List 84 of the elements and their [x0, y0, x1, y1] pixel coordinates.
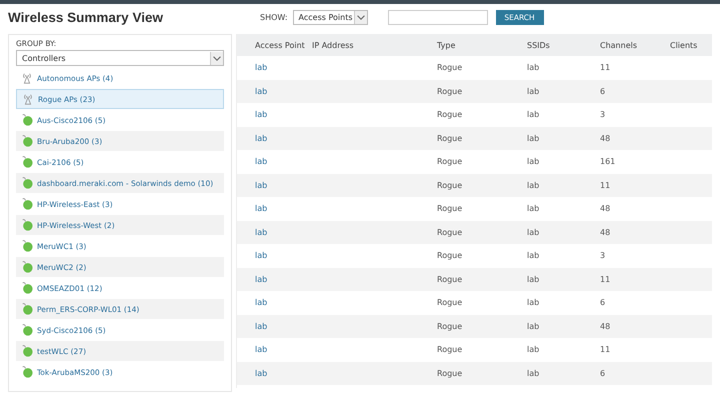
- table-cell-text: 3: [600, 251, 606, 260]
- table-cell-text: Rogue: [437, 368, 464, 378]
- table-cell-text: Rogue: [437, 251, 464, 260]
- table-cell[interactable]: lab: [237, 86, 312, 96]
- table-cell[interactable]: lab: [237, 298, 312, 308]
- table-cell-text: Rogue: [437, 228, 464, 237]
- table-cell-text: Rogue: [437, 298, 464, 308]
- controller-icon: [21, 324, 33, 336]
- column-header[interactable]: Access Point: [237, 40, 312, 50]
- controller-icon: [21, 303, 33, 315]
- table-cell[interactable]: lab: [237, 251, 312, 260]
- table-cell-text: Rogue: [437, 157, 464, 166]
- antenna-icon: [21, 72, 33, 84]
- controller-icon: [21, 177, 33, 189]
- table-cell-text: 6: [600, 86, 606, 96]
- column-header[interactable]: IP Address: [312, 40, 437, 50]
- column-header[interactable]: Type: [437, 40, 527, 50]
- table-cell-text: Rogue: [437, 110, 464, 120]
- controller-icon: [21, 114, 33, 126]
- table-cell-text: Rogue: [437, 204, 464, 214]
- table-cell[interactable]: lab: [237, 228, 312, 237]
- table-cell[interactable]: lab: [237, 180, 312, 190]
- table-cell-text: Rogue: [437, 63, 464, 72]
- table-cell-text: 11: [600, 63, 612, 72]
- table-cell-text: Rogue: [437, 86, 464, 96]
- group-by-dropdown[interactable]: Controllers: [16, 50, 224, 66]
- table-cell-text: Rogue: [437, 345, 464, 354]
- table-cell[interactable]: lab: [237, 204, 312, 214]
- table-cell[interactable]: lab: [237, 63, 312, 72]
- table-cell[interactable]: lab: [237, 274, 312, 284]
- show-label: SHOW:: [260, 12, 288, 22]
- table-cell-text: lab: [527, 322, 540, 331]
- table-cell[interactable]: lab: [237, 110, 312, 120]
- controller-icon: [21, 261, 33, 273]
- table-cell-text: lab: [527, 228, 540, 237]
- search-field[interactable]: [388, 10, 488, 24]
- controller-icon: [21, 282, 33, 294]
- table-cell-text: lab: [527, 110, 540, 120]
- table-cell-text: 11: [600, 345, 612, 354]
- controller-icon: [21, 366, 33, 378]
- table-cell-text: 11: [600, 274, 612, 284]
- table-cell-text: Rogue: [437, 322, 464, 331]
- table-cell-text: 161: [600, 157, 616, 166]
- table-cell-text: 48: [600, 322, 612, 331]
- table-cell-text: 3: [600, 110, 606, 120]
- caret-icon: [354, 10, 367, 24]
- column-header[interactable]: Clients: [670, 40, 710, 50]
- table-cell-text: lab: [527, 180, 540, 190]
- table-cell-text: 48: [600, 134, 612, 143]
- table-cell-text: lab: [527, 345, 540, 354]
- table-cell-text: lab: [527, 298, 540, 308]
- caret-icon: [210, 52, 223, 64]
- table-cell-text: Rogue: [437, 274, 464, 284]
- table-cell-text: Rogue: [437, 180, 464, 190]
- table-cell[interactable]: lab: [237, 368, 312, 378]
- table-cell[interactable]: lab: [237, 345, 312, 354]
- controller-icon: [21, 135, 33, 147]
- table-cell[interactable]: lab: [237, 134, 312, 143]
- table-cell-text: 6: [600, 368, 606, 378]
- table-cell-text: lab: [527, 368, 540, 378]
- controller-icon: [21, 345, 33, 357]
- antenna-icon: [22, 93, 34, 105]
- controller-icon: [21, 198, 33, 210]
- table-cell[interactable]: lab: [237, 322, 312, 331]
- table-cell-text: lab: [527, 134, 540, 143]
- table-cell-text: 6: [600, 298, 606, 308]
- table-cell-text: lab: [527, 251, 540, 260]
- table-cell-text: 11: [600, 180, 612, 190]
- table-cell-text: 48: [600, 204, 612, 214]
- table-cell[interactable]: lab: [237, 157, 312, 166]
- column-header[interactable]: Channels: [600, 40, 670, 50]
- page-title: Wireless Summary View: [8, 10, 164, 24]
- table-cell-text: lab: [527, 204, 540, 214]
- table-cell-text: lab: [527, 63, 540, 72]
- table-cell-text: 48: [600, 228, 612, 237]
- table-cell-text: lab: [527, 157, 540, 166]
- table-cell-text: Rogue: [437, 134, 464, 143]
- controller-icon: [21, 219, 33, 231]
- table-cell-text: lab: [527, 274, 540, 284]
- controller-icon: [21, 240, 33, 252]
- show-dropdown[interactable]: Access Points: [292, 10, 368, 24]
- table-cell-text: lab: [527, 86, 540, 96]
- column-header[interactable]: SSIDs: [527, 40, 600, 50]
- controller-icon: [21, 156, 33, 168]
